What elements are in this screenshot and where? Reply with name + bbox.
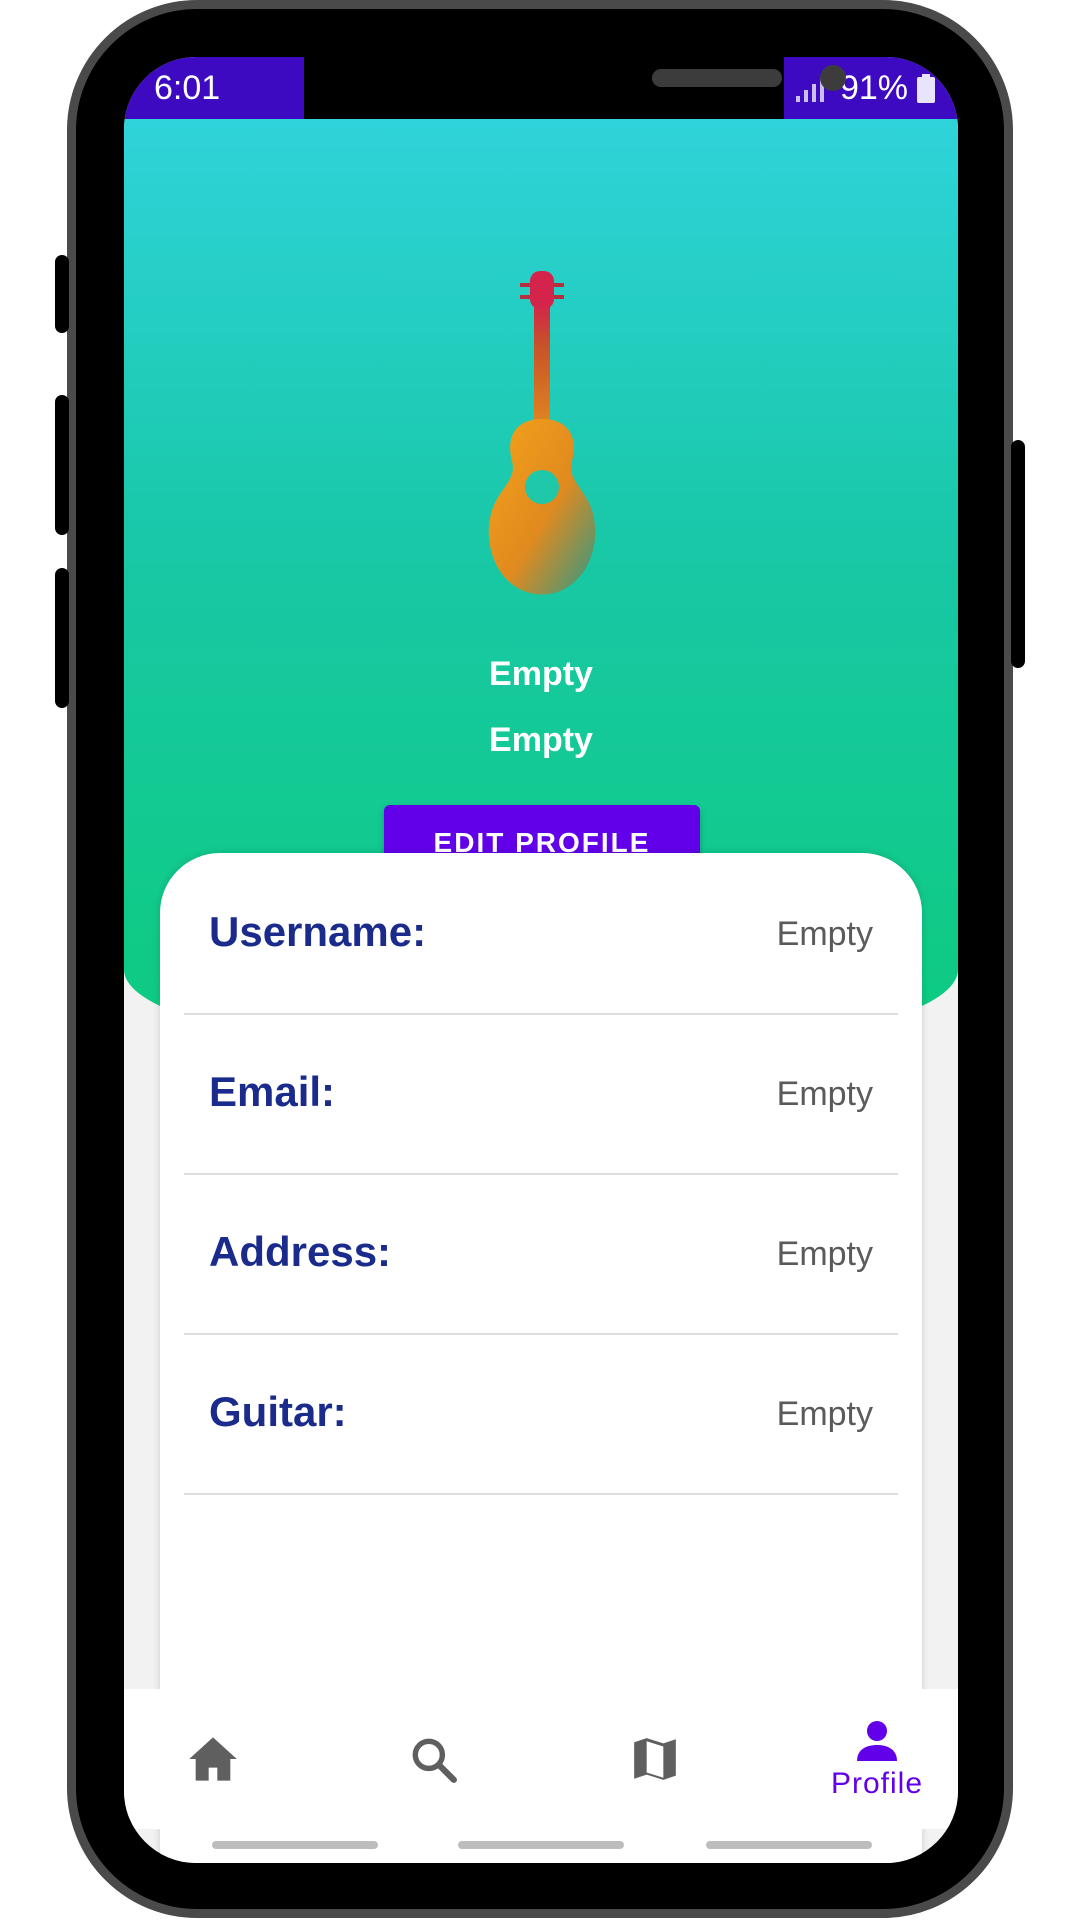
search-icon: [412, 1738, 457, 1783]
speaker-grille: [652, 69, 782, 87]
profile-subtitle: Empty: [489, 721, 593, 759]
gesture-bar-center: [458, 1841, 624, 1849]
gesture-bar-left: [212, 1841, 378, 1849]
guitar-label: Guitar:: [209, 1388, 347, 1435]
username-label: Username:: [209, 908, 427, 955]
nav-profile-label: Profile: [830, 1767, 924, 1800]
nav-home[interactable]: [138, 1689, 288, 1829]
address-label: Address:: [209, 1228, 392, 1275]
guitar-row: Guitar: Empty: [184, 1333, 898, 1495]
nav-profile[interactable]: Profile: [802, 1689, 952, 1829]
side-button: [55, 568, 69, 708]
side-button: [55, 255, 69, 333]
gesture-bar-right: [706, 1841, 872, 1849]
person-icon: [857, 1721, 897, 1761]
battery-icon: [917, 73, 935, 103]
email-label: Email:: [209, 1068, 336, 1115]
nav-search[interactable]: [358, 1689, 508, 1829]
map-icon: [634, 1738, 676, 1780]
username-row: Username: Empty: [184, 853, 898, 1015]
status-indicators: 91%: [792, 69, 936, 108]
bottom-navigation: Profile: [124, 1689, 958, 1829]
guitar-value: Empty: [776, 1395, 873, 1433]
front-camera: [820, 65, 846, 91]
status-time: 6:01: [154, 69, 221, 107]
side-button: [55, 395, 69, 535]
profile-name: Empty: [489, 655, 593, 693]
email-row: Email: Empty: [184, 1013, 898, 1175]
email-value: Empty: [776, 1075, 873, 1113]
battery-percent: 91%: [839, 69, 908, 107]
username-value: Empty: [776, 915, 873, 953]
phone-screen: 6:01 91% Empty Empty EDIT PROFILE Userna…: [124, 57, 958, 1863]
home-icon: [189, 1737, 237, 1781]
guitar-icon: [488, 271, 596, 595]
nav-map[interactable]: [580, 1689, 730, 1829]
side-button: [1011, 440, 1025, 668]
address-value: Empty: [776, 1235, 873, 1273]
address-row: Address: Empty: [184, 1173, 898, 1335]
